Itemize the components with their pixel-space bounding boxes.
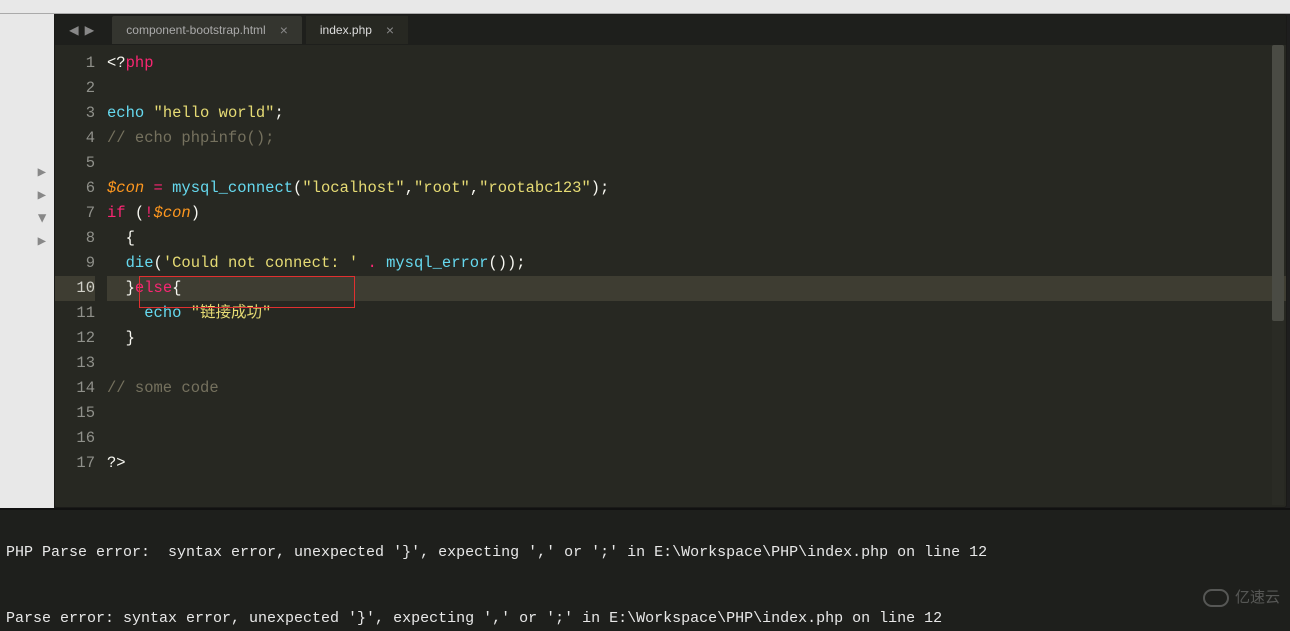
nav-forward-icon[interactable]: ▶ (85, 20, 95, 40)
main-area: ▶ ▶ ▶ ▶ ◀ ▶ component-bootstrap.html × i… (0, 14, 1290, 508)
line-number: 8 (55, 226, 95, 251)
line-number: 16 (55, 426, 95, 451)
tab-label: component-bootstrap.html (126, 23, 265, 37)
console-line: PHP Parse error: syntax error, unexpecte… (6, 542, 1284, 564)
line-number: 5 (55, 151, 95, 176)
code-line[interactable]: die('Could not connect: ' . mysql_error(… (107, 251, 1286, 276)
close-icon[interactable]: × (386, 22, 394, 38)
code-line[interactable] (107, 401, 1286, 426)
console-line: Parse error: syntax error, unexpected '}… (6, 608, 1284, 630)
line-number: 7 (55, 201, 95, 226)
line-number: 11 (55, 301, 95, 326)
editor: ◀ ▶ component-bootstrap.html × index.php… (54, 14, 1287, 508)
line-number-gutter: 1 2 3 4 5 6 7 8 9 10 11 12 13 14 15 16 1… (55, 51, 107, 476)
line-number: 6 (55, 176, 95, 201)
code-line[interactable]: echo "hello world"; (107, 101, 1286, 126)
nav-back-icon[interactable]: ◀ (69, 20, 79, 40)
code-line[interactable]: $con = mysql_connect("localhost","root",… (107, 176, 1286, 201)
close-icon[interactable]: × (280, 22, 288, 38)
line-number: 9 (55, 251, 95, 276)
code-line[interactable]: } (107, 326, 1286, 351)
fold-arrow-icon[interactable]: ▶ (38, 164, 46, 181)
code-lines[interactable]: <?php echo "hello world"; // echo phpinf… (107, 51, 1286, 476)
watermark: 亿速云 (1203, 587, 1280, 609)
fold-arrow-open-icon[interactable]: ▶ (33, 214, 50, 222)
code-line[interactable]: if (!$con) (107, 201, 1286, 226)
code-line[interactable]: ?> (107, 451, 1286, 476)
vertical-scrollbar[interactable] (1272, 45, 1284, 505)
line-number: 13 (55, 351, 95, 376)
line-number: 12 (55, 326, 95, 351)
code-line[interactable]: }else{ (107, 276, 1286, 301)
scrollbar-thumb[interactable] (1272, 45, 1284, 321)
fold-arrow-icon[interactable]: ▶ (38, 233, 46, 250)
code-line[interactable] (107, 426, 1286, 451)
code-line[interactable] (107, 76, 1286, 101)
code-line[interactable]: { (107, 226, 1286, 251)
code-line[interactable] (107, 351, 1286, 376)
code-line[interactable]: // echo phpinfo(); (107, 126, 1286, 151)
tab-index-php[interactable]: index.php × (306, 16, 408, 44)
fold-arrow-icon[interactable]: ▶ (38, 187, 46, 204)
line-number: 1 (55, 51, 95, 76)
tab-nav-arrows: ◀ ▶ (69, 20, 94, 40)
code-area[interactable]: 1 2 3 4 5 6 7 8 9 10 11 12 13 14 15 16 1… (55, 45, 1286, 476)
code-line[interactable]: // some code (107, 376, 1286, 401)
tab-bar: ◀ ▶ component-bootstrap.html × index.php… (55, 15, 1286, 45)
line-number: 14 (55, 376, 95, 401)
line-number: 10 (55, 276, 95, 301)
code-line[interactable]: echo "链接成功" (107, 301, 1286, 326)
fold-arrows: ▶ ▶ ▶ ▶ (38, 164, 46, 250)
line-number: 15 (55, 401, 95, 426)
code-line[interactable]: <?php (107, 51, 1286, 76)
line-number: 4 (55, 126, 95, 151)
line-number: 3 (55, 101, 95, 126)
watermark-text: 亿速云 (1235, 587, 1280, 609)
tab-label: index.php (320, 23, 372, 37)
watermark-icon (1203, 589, 1229, 607)
code-line[interactable] (107, 151, 1286, 176)
line-number: 2 (55, 76, 95, 101)
line-number: 17 (55, 451, 95, 476)
left-gutter: ▶ ▶ ▶ ▶ (0, 14, 54, 508)
window-top-strip (0, 0, 1290, 14)
tab-component-bootstrap[interactable]: component-bootstrap.html × (112, 16, 302, 44)
output-console[interactable]: PHP Parse error: syntax error, unexpecte… (0, 508, 1290, 631)
